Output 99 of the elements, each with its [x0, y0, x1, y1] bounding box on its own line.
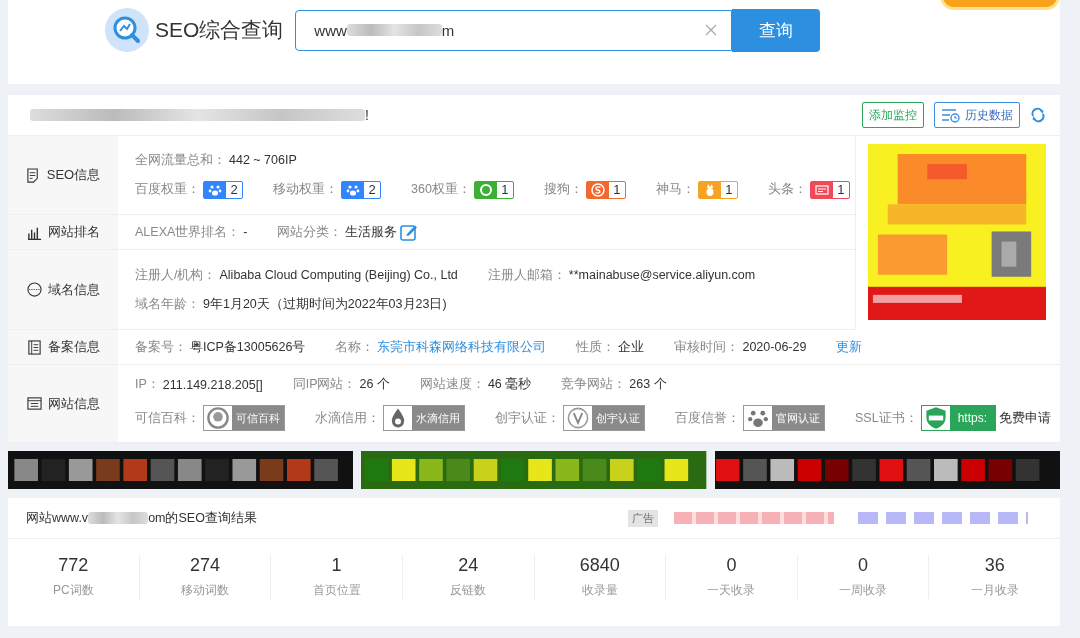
field-label: 移动权重： [273, 181, 338, 198]
field-value: 211.149.218.205[] [162, 377, 263, 392]
stat-value: 36 [984, 555, 1005, 576]
weight-value: 1 [612, 182, 622, 197]
search-value-start: www [314, 21, 347, 39]
field-label: 竞争网站： [561, 376, 627, 393]
field-label: 水滴信用： [315, 409, 380, 427]
section-label: 网站排名 [47, 223, 100, 241]
document-icon [25, 167, 41, 183]
field-label: 神马： [655, 181, 695, 198]
ad-tag: 广告 [628, 509, 658, 527]
field-label: 域名年龄： [135, 295, 200, 313]
field-label: 360权重： [411, 181, 471, 198]
field-label: 网站分类： [277, 223, 343, 241]
field-value: 442 ~ 706IP [229, 153, 297, 167]
field-value: 9年1月20天（过期时间为2022年03月23日) [203, 295, 447, 313]
field-label: 可信百科： [135, 409, 200, 427]
paw-icon [744, 406, 772, 430]
drop-icon [384, 406, 412, 430]
stat-label: 反链数 [450, 582, 487, 599]
field-label: 注册人/机构： [135, 266, 217, 284]
monitor-button[interactable]: 添加监控 [862, 102, 924, 128]
field-label: 头条： [767, 181, 807, 198]
field-value: Alibaba Cloud Computing (Beijing) Co., Ltd [219, 268, 458, 282]
field-value: 生活服务 [345, 223, 398, 241]
field-label: 备案号： [135, 338, 187, 356]
stat-label: 一天收录 [707, 582, 756, 599]
field-label: SSL证书： [855, 409, 918, 427]
field-label: 百度信誉： [675, 409, 740, 427]
field-label: 性质： [576, 338, 616, 356]
field-label: 搜狗： [543, 181, 583, 198]
stat-value: 6840 [579, 555, 620, 576]
field-label: 创宇认证： [495, 409, 560, 427]
redaction-blur [88, 512, 149, 524]
field-value: 46 毫秒 [487, 376, 532, 393]
ssl-badge[interactable]: https: [920, 405, 996, 431]
field-label: 注册人邮箱： [487, 266, 566, 284]
cert-badge[interactable]: 官网认证 [743, 405, 825, 431]
field-value: 26 个 [359, 376, 390, 393]
globe-icon [26, 282, 42, 297]
weight-value: 1 [500, 182, 510, 197]
app-title: SEO综合查询 [155, 17, 284, 43]
weight-value: 1 [836, 182, 846, 197]
weight-value: 1 [724, 182, 734, 197]
stat-label: 一周收录 [839, 582, 888, 599]
search-chart-icon [105, 8, 149, 52]
cert-badge[interactable]: 可信百科 [203, 405, 285, 431]
cert-badge[interactable]: 水滴信用 [383, 405, 465, 431]
field-value: - [243, 225, 248, 239]
seal-icon [204, 406, 232, 430]
search-value-end: m [441, 21, 455, 39]
stat-label: PC词数 [52, 582, 94, 599]
company-link[interactable]: 东莞市科森网络科技有限公司 [377, 338, 547, 356]
stat-value: 0 [726, 555, 737, 576]
history-button[interactable]: 历史数据 [934, 102, 1020, 128]
field-value: **mainabuse@service.aliyun.com [568, 268, 756, 282]
close-icon[interactable] [705, 24, 718, 36]
refresh-icon[interactable] [1030, 107, 1046, 123]
search-button[interactable]: 查询 [732, 8, 821, 52]
weight-value: 2 [367, 182, 377, 197]
field-value: 263 个 [629, 376, 667, 393]
stat-value: 274 [189, 555, 220, 576]
field-label: 网站速度： [419, 376, 485, 393]
book-icon [26, 339, 42, 355]
field-label: 百度权重： [135, 181, 200, 198]
stat-value: 0 [858, 555, 869, 576]
stat-label: 收录量 [581, 582, 618, 599]
stat-value: 24 [458, 555, 479, 576]
stat-value: 772 [58, 555, 89, 576]
section-label: 域名信息 [47, 280, 100, 299]
report-title: ! [365, 107, 369, 123]
list-icon [26, 396, 42, 411]
field-label: IP： [135, 376, 160, 393]
field-label: 名称： [335, 338, 375, 356]
stat-label: 移动词数 [180, 582, 229, 599]
field-value: 企业 [618, 338, 645, 356]
field-label: 全网流量总和： [135, 151, 226, 169]
list-clock-icon [941, 107, 961, 123]
stat-label: 一月收录 [970, 582, 1019, 599]
results-title-end: om的SEO查询结果 [148, 509, 257, 527]
stat-value: 1 [331, 555, 342, 576]
weight-value: 2 [229, 182, 239, 197]
field-label: 审核时间： [674, 338, 740, 356]
field-label: ALEXA世界排名： [135, 223, 241, 241]
edit-icon[interactable] [400, 223, 419, 241]
apply-link[interactable]: 免费申请 [999, 409, 1051, 427]
results-title-start: 网站www.v [26, 509, 89, 527]
search-field[interactable]: www m [295, 9, 733, 51]
v-laurel-icon [564, 406, 592, 430]
stat-label: 首页位置 [312, 582, 361, 599]
cert-badge[interactable]: 创宇认证 [563, 405, 645, 431]
section-label: 备案信息 [47, 338, 100, 356]
section-label: SEO信息 [46, 166, 101, 184]
field-value: 粤ICP备13005626号 [190, 338, 306, 356]
field-value: 2020-06-29 [742, 340, 807, 354]
field-label: 同IP网站： [292, 376, 357, 393]
section-label: 网站信息 [47, 394, 100, 413]
update-link[interactable]: 更新 [836, 338, 863, 356]
shield-icon [921, 406, 950, 430]
